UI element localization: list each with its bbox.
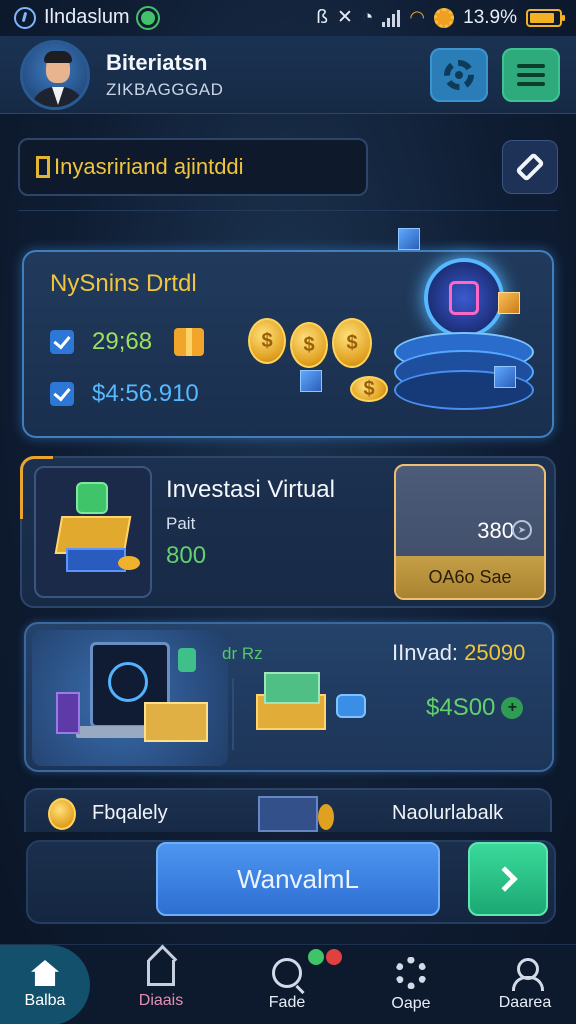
user-icon — [510, 958, 544, 991]
nav-label-home: Balba — [24, 992, 66, 1009]
portfolio-tag: dr Rz — [222, 644, 263, 663]
divider — [18, 210, 558, 211]
settings-button[interactable] — [430, 48, 488, 102]
search-input-text: Inyasririand ajintddi — [54, 154, 244, 179]
side-panel-value: 380 — [477, 518, 514, 543]
investment-thumbnail — [34, 466, 152, 598]
summary-card-title: NySnins Drtdl — [50, 270, 197, 297]
investment-amount: 800 — [166, 542, 207, 569]
coin-icon: $ — [350, 376, 388, 402]
stat-value-2: $4:56.910 — [92, 380, 199, 407]
arrow-circle-icon: ➤ — [512, 520, 532, 540]
action-bar: WanvalmL — [26, 840, 556, 924]
portfolio-amount: $4S00 — [426, 694, 496, 721]
cube-icon — [498, 292, 520, 314]
portfolio-title-label: IInvad: — [392, 640, 459, 665]
nav-item-settings[interactable]: Oape — [356, 945, 466, 1024]
basket-icon — [336, 694, 366, 718]
nav-label-market: Diaais — [138, 992, 184, 1009]
coin-icon — [318, 804, 334, 830]
portfolio-amount-row: $4S00 + — [426, 694, 524, 722]
app-header: Biteriatsn ZIKBAGGGAD — [0, 36, 576, 114]
tag-button[interactable] — [502, 140, 558, 194]
stat-value-1: 29;68 — [92, 328, 153, 355]
laptop-money-illustration — [32, 630, 228, 766]
gear-icon — [395, 957, 427, 989]
hologram-icon — [424, 258, 504, 338]
coin-icon: $ — [248, 318, 286, 364]
battery-percent: 13.9% — [463, 6, 517, 28]
status-bar: Ilndaslum ß ✕ ◔ ◠ 13.9% — [0, 0, 576, 36]
portfolio-title: IInvad: 25090 — [392, 640, 525, 666]
cube-icon — [300, 370, 322, 392]
bluetooth-icon: ß — [316, 6, 328, 28]
gear-icon — [444, 60, 474, 90]
nav-label-settings: Oape — [391, 995, 431, 1012]
primary-action-button[interactable]: WanvalmL — [156, 842, 440, 916]
battery-icon — [526, 8, 565, 27]
portfolio-card[interactable]: dr Rz IInvad: 25090 $4S00 + — [24, 622, 554, 772]
notification-badge — [308, 949, 342, 965]
stack-illustration — [258, 796, 318, 832]
divider — [232, 678, 234, 750]
nav-item-market[interactable]: Diaais — [106, 945, 216, 1024]
investment-side-panel[interactable]: 380 ➤ OA6o Sae — [394, 464, 546, 600]
stat-row-2: $4:56.910 — [50, 380, 199, 408]
checkbox-icon — [50, 330, 74, 354]
nav-item-profile[interactable]: Daarea — [470, 945, 576, 1024]
cash-stack-illustration — [256, 664, 332, 736]
search-input[interactable]: Inyasririand ajintddi — [18, 138, 368, 196]
tag-icon — [515, 152, 545, 182]
investment-title: Investasi Virtual — [166, 476, 335, 503]
bottom-nav: Balba Diaais Fade Oape Daarea — [0, 944, 576, 1024]
next-button[interactable] — [468, 842, 548, 916]
system-gear-icon — [434, 7, 455, 28]
summary-card[interactable]: NySnins Drtdl 29;68 $4:56.910 $ $ $ $ — [22, 228, 554, 438]
nav-label-profile: Daarea — [498, 994, 552, 1011]
avatar[interactable] — [20, 40, 90, 110]
signal-icon — [382, 9, 401, 27]
investment-card[interactable]: Investasi Virtual Pait 800 380 ➤ OA6o Sa… — [20, 456, 556, 608]
wifi-icon: ◠ — [409, 7, 426, 27]
cube-icon — [398, 228, 420, 250]
coin-icon — [48, 798, 76, 830]
search-icon — [272, 958, 302, 988]
stat-row-1: 29;68 — [50, 328, 205, 356]
home-icon — [31, 960, 59, 986]
online-indicator-icon — [137, 7, 158, 28]
status-app-label: Ilndaslum — [44, 6, 130, 28]
coins-illustration: $ $ $ — [248, 318, 372, 368]
investment-subtitle: Pait — [166, 514, 196, 533]
search-field-icon — [36, 156, 50, 178]
tools-icon: ✕ — [337, 7, 353, 28]
user-subtitle: ZIKBAGGGAD — [106, 80, 224, 99]
nav-label-trade: Fade — [268, 994, 306, 1011]
plus-icon[interactable]: + — [501, 697, 524, 719]
nav-item-home[interactable]: Balba — [0, 945, 90, 1024]
chevron-right-icon — [492, 866, 518, 892]
portfolio-title-value: 25090 — [464, 640, 526, 665]
coin-icon: $ — [290, 322, 328, 368]
gift-icon — [174, 328, 205, 356]
side-panel-button[interactable]: OA6o Sae — [396, 556, 544, 598]
store-icon — [147, 960, 175, 986]
checkbox-icon — [50, 382, 74, 406]
menu-button[interactable] — [502, 48, 560, 102]
list-icon — [517, 64, 545, 86]
user-name: Biteriatsn — [106, 50, 208, 75]
rewards-card[interactable]: Fbqalely Naolurlabalk — [24, 788, 552, 832]
cube-icon — [494, 366, 516, 388]
nav-item-trade[interactable]: Fade — [232, 945, 342, 1024]
alarm-icon: ◔ — [361, 6, 374, 28]
app-status-icon — [14, 6, 36, 29]
rewards-label: Fbqalely — [92, 802, 168, 824]
coin-icon: $ — [332, 318, 372, 368]
rewards-right-label: Naolurlabalk — [392, 802, 504, 824]
